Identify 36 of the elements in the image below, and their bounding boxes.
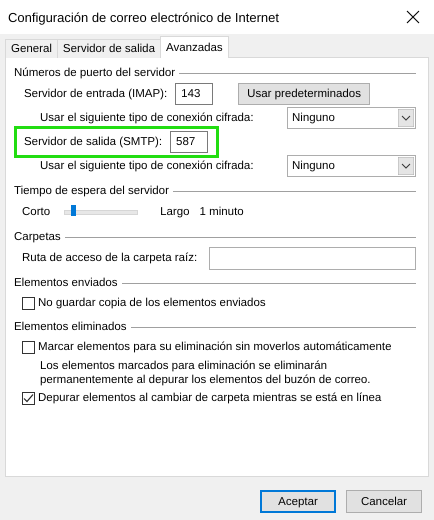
checkbox-label: Marcar elementos para su eliminación sin moverlos automáticamente	[38, 341, 392, 353]
encryption-dropdown[interactable]: Ninguno	[287, 155, 416, 177]
checkbox-label: Depurar elementos al cambiar de carpeta mientras se está en línea	[38, 392, 382, 404]
section-title: Números de puerto del servidor	[14, 67, 176, 79]
checkbox-label: No guardar copia de los elementos enviados	[38, 297, 266, 309]
defaults-button[interactable]: Usar predeterminados	[238, 83, 370, 105]
section-title: Elementos eliminados	[14, 321, 127, 333]
tab[interactable]: Servidor de salida	[56, 39, 161, 58]
field-label: Servidor de salida (SMTP):	[24, 136, 162, 148]
port-field[interactable]: 587	[170, 131, 208, 153]
caret-icon	[398, 109, 414, 127]
checkbox[interactable]	[22, 340, 35, 354]
dialog-button[interactable]: Aceptar	[260, 490, 336, 513]
note-text: Los elementos marcados para eliminación se eliminarán permanentemente al depurar los elementos del buzón de correo.	[39, 359, 372, 387]
checkbox[interactable]	[22, 392, 35, 404]
close-icon[interactable]	[406, 10, 420, 24]
checkbox[interactable]	[22, 296, 35, 310]
section-title: Carpetas	[14, 231, 61, 243]
field-label: Servidor de entrada (IMAP):	[24, 88, 168, 100]
port-field[interactable]: 143	[175, 83, 214, 105]
timeout-reading: 1 minuto	[200, 206, 244, 218]
tab[interactable]: Avanzadas	[160, 36, 229, 58]
window-title: Configuración de correo electrónico de Internet	[8, 10, 279, 24]
field-label: Usar el siguiente tipo de conexión cifrada:	[40, 160, 254, 172]
slider-max-label: Largo	[160, 206, 190, 218]
field-label: Ruta de acceso de la carpeta raíz:	[22, 252, 198, 264]
slider-thumb[interactable]	[71, 205, 76, 216]
slider-min-label: Corto	[22, 206, 50, 218]
field-label: Usar el siguiente tipo de conexión cifrada:	[40, 112, 254, 124]
tab[interactable]: General	[5, 39, 58, 58]
section-title: Tiempo de espera del servidor	[14, 185, 169, 197]
encryption-dropdown[interactable]: Ninguno	[287, 107, 416, 129]
input-field[interactable]	[209, 246, 416, 270]
dialog-button[interactable]: Cancelar	[346, 490, 422, 513]
section-title: Elementos enviados	[14, 277, 118, 289]
caret-icon	[398, 157, 414, 175]
